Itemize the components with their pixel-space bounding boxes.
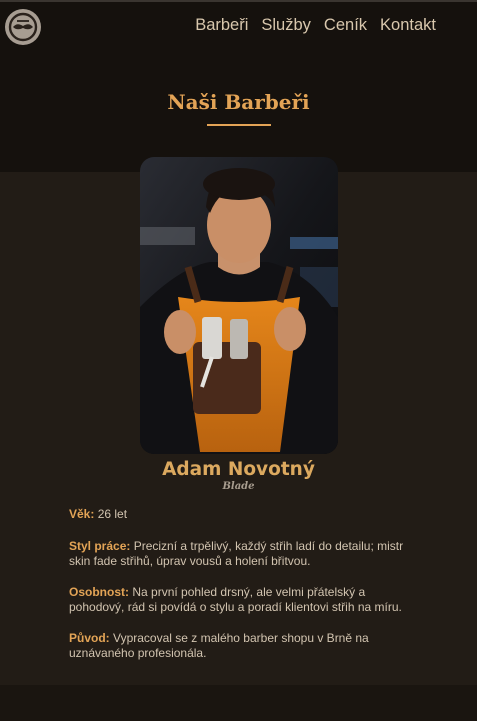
barber-portrait-illustration bbox=[140, 157, 338, 454]
mustache-logo-icon[interactable] bbox=[5, 9, 41, 45]
work-style-label: Styl práce: bbox=[69, 539, 131, 553]
footer-band bbox=[0, 685, 477, 721]
section-title: Naši Barbeři bbox=[167, 90, 310, 114]
nav-contact-link[interactable]: Kontakt bbox=[380, 16, 436, 35]
page: Barbeři Služby Ceník Kontakt Naši Barbeř… bbox=[0, 0, 477, 721]
age-value: 26 let bbox=[97, 507, 128, 521]
origin-value: Vypracoval se z malého barber shopu v Br… bbox=[69, 631, 369, 660]
nav-pricing-link[interactable]: Ceník bbox=[324, 16, 367, 35]
title-underline bbox=[207, 124, 271, 126]
barber-age: Věk: 26 let bbox=[69, 507, 409, 522]
nav-services-link[interactable]: Služby bbox=[261, 16, 311, 35]
main-nav: Barbeři Služby Ceník Kontakt bbox=[195, 16, 436, 35]
age-label: Věk: bbox=[69, 507, 95, 521]
barber-origin: Původ: Vypracoval se z malého barber sho… bbox=[69, 631, 409, 661]
barber-personality: Osobnost: Na první pohled drsný, ale vel… bbox=[69, 585, 409, 615]
barber-nickname: Blade bbox=[222, 481, 255, 492]
mustache-icon bbox=[8, 12, 38, 42]
nav-barbers-link[interactable]: Barbeři bbox=[195, 16, 248, 35]
barber-name: Adam Novotný bbox=[162, 459, 315, 480]
personality-label: Osobnost: bbox=[69, 585, 129, 599]
barber-work-style: Styl práce: Precizní a trpělivý, každý s… bbox=[69, 539, 409, 569]
barber-portrait-image bbox=[140, 157, 338, 454]
origin-label: Původ: bbox=[69, 631, 110, 645]
